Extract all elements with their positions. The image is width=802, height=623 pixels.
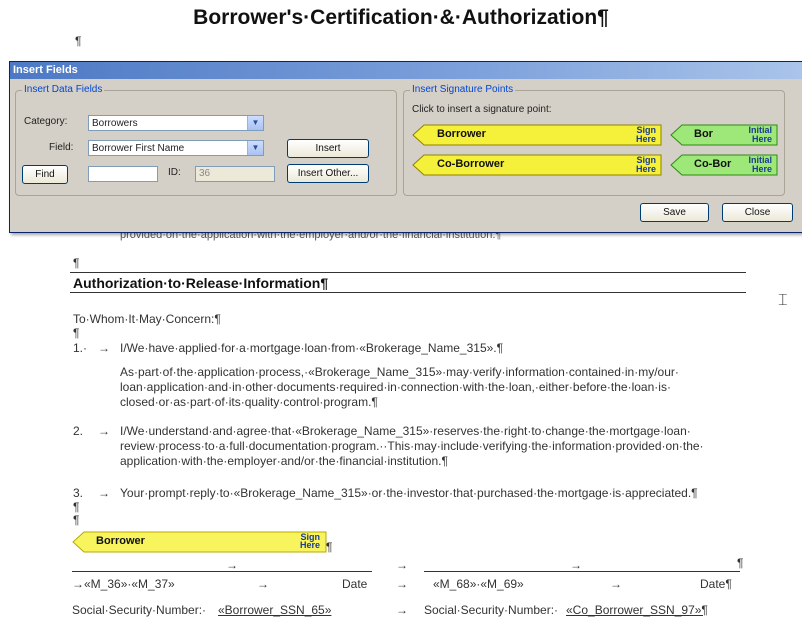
pilcrow: ¶ [737,556,744,570]
borrower-initial-tag[interactable]: Bor Initial Here [670,124,780,146]
signature-hint: Click to insert a signature point: [412,104,552,115]
item-line: application·with·the·employer·and/or·the… [120,454,448,468]
heading-rule-bottom [70,292,746,293]
insert-other-button[interactable]: Insert Other... [287,164,369,183]
item-line: review·process·to·a·full·documentation·p… [120,439,704,453]
tag-sub-sign: Sign [636,125,657,135]
signature-points-group: Insert Signature Points Click to insert … [403,84,785,196]
tab-arrow: → [98,424,110,438]
tag-sub-here: Here [299,540,320,550]
id-label: ID: [168,167,181,178]
item-number: 1.· [73,341,88,355]
ssn-label-left: Social·Security·Number:· [72,603,207,617]
tag-sub-here: Here [635,164,656,174]
group-label: Insert Signature Points [410,84,516,95]
right-date-label: Date¶ [700,577,732,591]
chevron-down-icon[interactable]: ▼ [247,141,263,155]
tab-arrow: → [570,558,582,572]
item-text: Your·prompt·reply·to·«Brokerage_Name_315… [120,486,698,500]
dialog-title[interactable]: Insert Fields [10,62,802,79]
section-heading: Authorization·to·Release·Information¶ [73,275,329,291]
insert-button[interactable]: Insert [287,139,369,158]
chevron-down-icon[interactable]: ▼ [247,116,263,130]
item-continuation-line: closed·or·as·part·of·its·quality·control… [120,395,378,409]
co-borrower-sign-tag[interactable]: Co-Borrower Sign Here [412,154,662,176]
category-label: Category: [24,116,68,127]
right-signer-fields: «M_68»·«M_69» [433,577,524,591]
tag-sub-sign: Sign [636,155,657,165]
pilcrow: ¶ [75,34,82,48]
tag-sub-here: Here [635,134,656,144]
pilcrow: ¶ [73,500,80,514]
item-number: 3. [73,486,84,500]
save-button[interactable]: Save [640,203,709,222]
tag-name: Co-Borrower [437,158,505,170]
pilcrow: ¶ [73,513,80,527]
field-label: Field: [49,142,74,153]
tab-arrow: → [396,603,408,617]
left-signer-fields: →«M_36»·«M_37» [72,577,175,591]
tag-name: Bor [694,128,713,140]
ssn-field-right: «Co_Borrower_SSN_97»¶ [566,603,708,617]
co-borrower-initial-tag[interactable]: Co-Bor Initial Here [670,154,780,176]
tab-arrow: → [226,558,238,572]
category-dropdown[interactable]: Borrowers ▼ [88,115,264,131]
tag-sub-initial: Initial [748,155,772,165]
item-text: I/We·have·applied·for·a·mortgage·loan·fr… [120,341,504,355]
salutation: To·Whom·It·May·Concern:¶ [73,312,221,326]
group-label: Insert Data Fields [22,84,105,95]
find-button[interactable]: Find [22,165,68,184]
borrower-sign-here-tag[interactable]: Borrower Sign Here [72,531,332,553]
field-value: Borrower First Name [92,143,185,154]
borrower-sign-tag[interactable]: Borrower Sign Here [412,124,662,146]
pilcrow: ¶ [73,256,80,270]
find-input[interactable] [88,166,158,182]
tab-arrow: → [98,486,110,500]
tab-arrow: → [610,577,622,591]
pilcrow: ¶ [73,326,80,340]
tag-sub-initial: Initial [748,125,772,135]
field-dropdown[interactable]: Borrower First Name ▼ [88,140,264,156]
tag-name: Co-Bor [694,158,732,170]
tab-arrow: → [257,577,269,591]
ssn-label-right: Social·Security·Number:· [424,603,559,617]
ssn-field-left: «Borrower_SSN_65» [218,603,332,617]
tab-arrow: → [98,341,110,355]
tag-name: Borrower [437,128,486,140]
document-title: Borrower's·Certification·&·Authorization… [193,6,609,29]
insert-fields-dialog[interactable]: Insert Fields Insert Data Fields Categor… [9,61,802,233]
pilcrow: ¶ [326,540,333,554]
category-value: Borrowers [92,118,138,129]
tab-arrow: → [396,577,408,591]
item-continuation-line: As·part·of·the·application·process,·«Bro… [120,365,679,379]
item-number: 2. [73,424,84,438]
signature-line-right [424,571,740,572]
tag-sub-here: Here [751,164,772,174]
item-continuation-line: loan·application·and·in·other·documents·… [120,380,671,394]
tab-arrow: → [396,558,408,572]
text-cursor-icon: ⌶ [778,292,788,309]
signature-line-left [72,571,372,572]
close-button[interactable]: Close [722,203,793,222]
left-date-label: Date [342,577,368,591]
tag-sub-here: Here [751,134,772,144]
heading-rule-top [70,272,746,273]
data-fields-group: Insert Data Fields Category: Borrowers ▼… [15,84,397,196]
tag-name: Borrower [96,535,145,547]
id-field: 36 [195,166,275,182]
item-line: I/We·understand·and·agree·that·«Brokerag… [120,424,691,438]
